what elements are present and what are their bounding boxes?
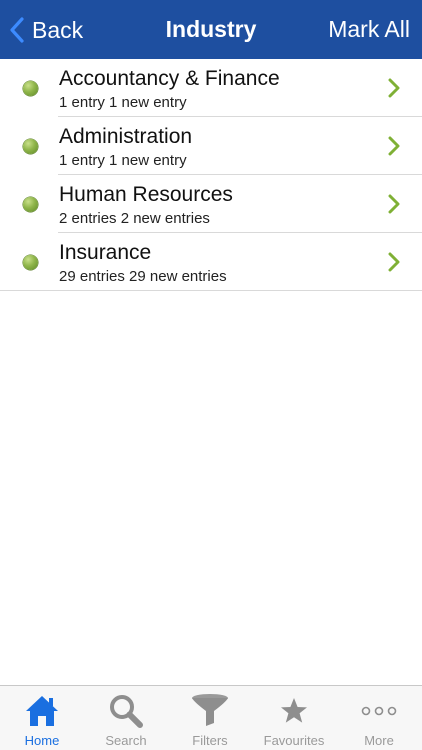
- list-item-title: Human Resources: [59, 183, 233, 206]
- list-item[interactable]: Human Resources 2 entries 2 new entries: [0, 175, 422, 233]
- list-item[interactable]: Administration 1 entry 1 new entry: [0, 117, 422, 175]
- tab-label: More: [364, 733, 394, 748]
- status-dot-icon: [23, 81, 38, 96]
- tab-favourites[interactable]: Favourites: [252, 686, 336, 750]
- tab-label: Search: [105, 733, 147, 748]
- chevron-left-icon: [10, 17, 24, 43]
- list-item-title: Insurance: [59, 241, 152, 264]
- list-item-title: Administration: [59, 125, 193, 148]
- list-item-subtitle: 29 entries 29 new entries: [59, 268, 227, 285]
- funnel-icon: [192, 694, 228, 726]
- tab-home[interactable]: Home: [0, 686, 84, 750]
- status-dot-icon: [23, 139, 38, 154]
- star-icon: [281, 698, 307, 723]
- chevron-right-icon: [388, 252, 400, 272]
- navigation-bar: Back Industry Mark All: [0, 0, 422, 59]
- list-item-subtitle: 1 entry 1 new entry: [59, 94, 187, 111]
- back-button[interactable]: Back: [10, 14, 83, 46]
- home-icon: [26, 696, 58, 726]
- tab-more[interactable]: More: [336, 686, 422, 750]
- tab-label: Favourites: [263, 733, 325, 748]
- status-dot-icon: [23, 255, 38, 270]
- back-button-label: Back: [32, 16, 84, 43]
- tab-filters[interactable]: Filters: [168, 686, 252, 750]
- more-dots-icon: [361, 706, 397, 716]
- industry-list: Accountancy & Finance 1 entry 1 new entr…: [0, 59, 422, 291]
- tab-bar: Home Search Filters Favourites More: [0, 685, 422, 750]
- list-item-subtitle: 2 entries 2 new entries: [59, 210, 210, 227]
- chevron-right-icon: [388, 136, 400, 156]
- mark-all-button[interactable]: Mark All: [328, 16, 410, 43]
- tab-label: Filters: [192, 733, 228, 748]
- status-dot-icon: [23, 197, 38, 212]
- chevron-right-icon: [388, 78, 400, 98]
- list-item-title: Accountancy & Finance: [59, 67, 280, 90]
- search-icon: [110, 695, 143, 728]
- tab-label: Home: [24, 733, 60, 748]
- list-item[interactable]: Accountancy & Finance 1 entry 1 new entr…: [0, 59, 422, 117]
- chevron-right-icon: [388, 194, 400, 214]
- list-item[interactable]: Insurance 29 entries 29 new entries: [0, 233, 422, 291]
- list-item-subtitle: 1 entry 1 new entry: [59, 152, 187, 169]
- tab-search[interactable]: Search: [84, 686, 168, 750]
